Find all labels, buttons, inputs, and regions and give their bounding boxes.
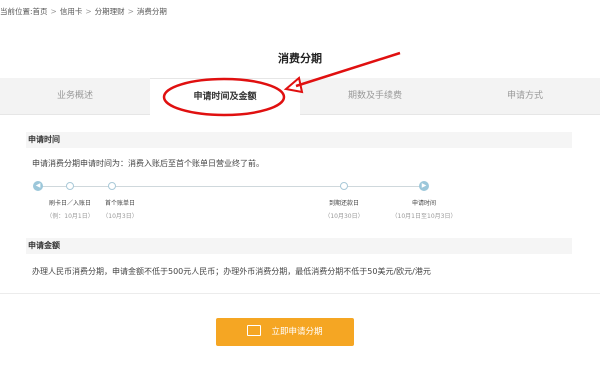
breadcrumb-current: 消费分期: [136, 7, 167, 16]
apply-installment-button[interactable]: 立即申请分期: [216, 318, 354, 346]
tab-apply-method[interactable]: 申请方式: [450, 78, 600, 114]
timeline-next-icon[interactable]: ▶: [419, 181, 429, 191]
card-icon: [247, 325, 262, 336]
timeline-label-due: 到期还款日: [328, 200, 360, 207]
timeline-dot-due: [340, 182, 348, 190]
tab-overview[interactable]: 业务概述: [0, 78, 150, 114]
timeline-sub-apply: （10月1日至10月3日）: [391, 213, 457, 220]
breadcrumb: 当前位置:首页 > 信用卡 > 分期理财 > 消费分期: [0, 6, 167, 17]
breadcrumb-separator: >: [50, 7, 57, 16]
timeline-sub-statement: （10月3日）: [102, 213, 138, 220]
timeline-label-apply: 申请时间: [411, 200, 437, 207]
timeline-dot-swipe: [66, 182, 74, 190]
section-heading-amount: 申请金额: [26, 238, 572, 254]
tab-bar: 业务概述 申请时间及金额 期数及手续费 申请方式: [0, 78, 600, 116]
breadcrumb-prefix: 当前位置:: [0, 7, 33, 16]
timeline-sub-due: （10月30日）: [324, 213, 364, 220]
timeline-sub-swipe: （例：10月1日）: [46, 213, 94, 220]
tab-terms-fees[interactable]: 期数及手续费: [300, 78, 450, 114]
breadcrumb-credit-card[interactable]: 信用卡: [60, 7, 83, 16]
timeline-label-swipe: 刷卡日／入账日: [48, 200, 92, 207]
tab-time-amount[interactable]: 申请时间及金额: [150, 78, 300, 116]
breadcrumb-home[interactable]: 首页: [33, 7, 48, 16]
page-title: 消费分期: [278, 52, 322, 65]
timeline-label-statement: 首个账单日: [104, 200, 136, 207]
section-heading-time: 申请时间: [26, 132, 572, 148]
breadcrumb-separator: >: [127, 7, 134, 16]
timeline-prev-icon[interactable]: ◀: [33, 181, 43, 191]
breadcrumb-installment[interactable]: 分期理财: [95, 7, 125, 16]
breadcrumb-separator: >: [85, 7, 92, 16]
application-time-note: 申请消费分期申请时间为：消费入账后至首个账单日营业终了前。: [32, 159, 264, 168]
application-amount-note: 办理人民币消费分期，申请金额不低于500元人民币；办理外币消费分期，最低消费分期…: [32, 267, 431, 276]
timeline-line: [38, 186, 424, 187]
timeline-dot-statement: [108, 182, 116, 190]
apply-button-label: 立即申请分期: [271, 327, 323, 337]
